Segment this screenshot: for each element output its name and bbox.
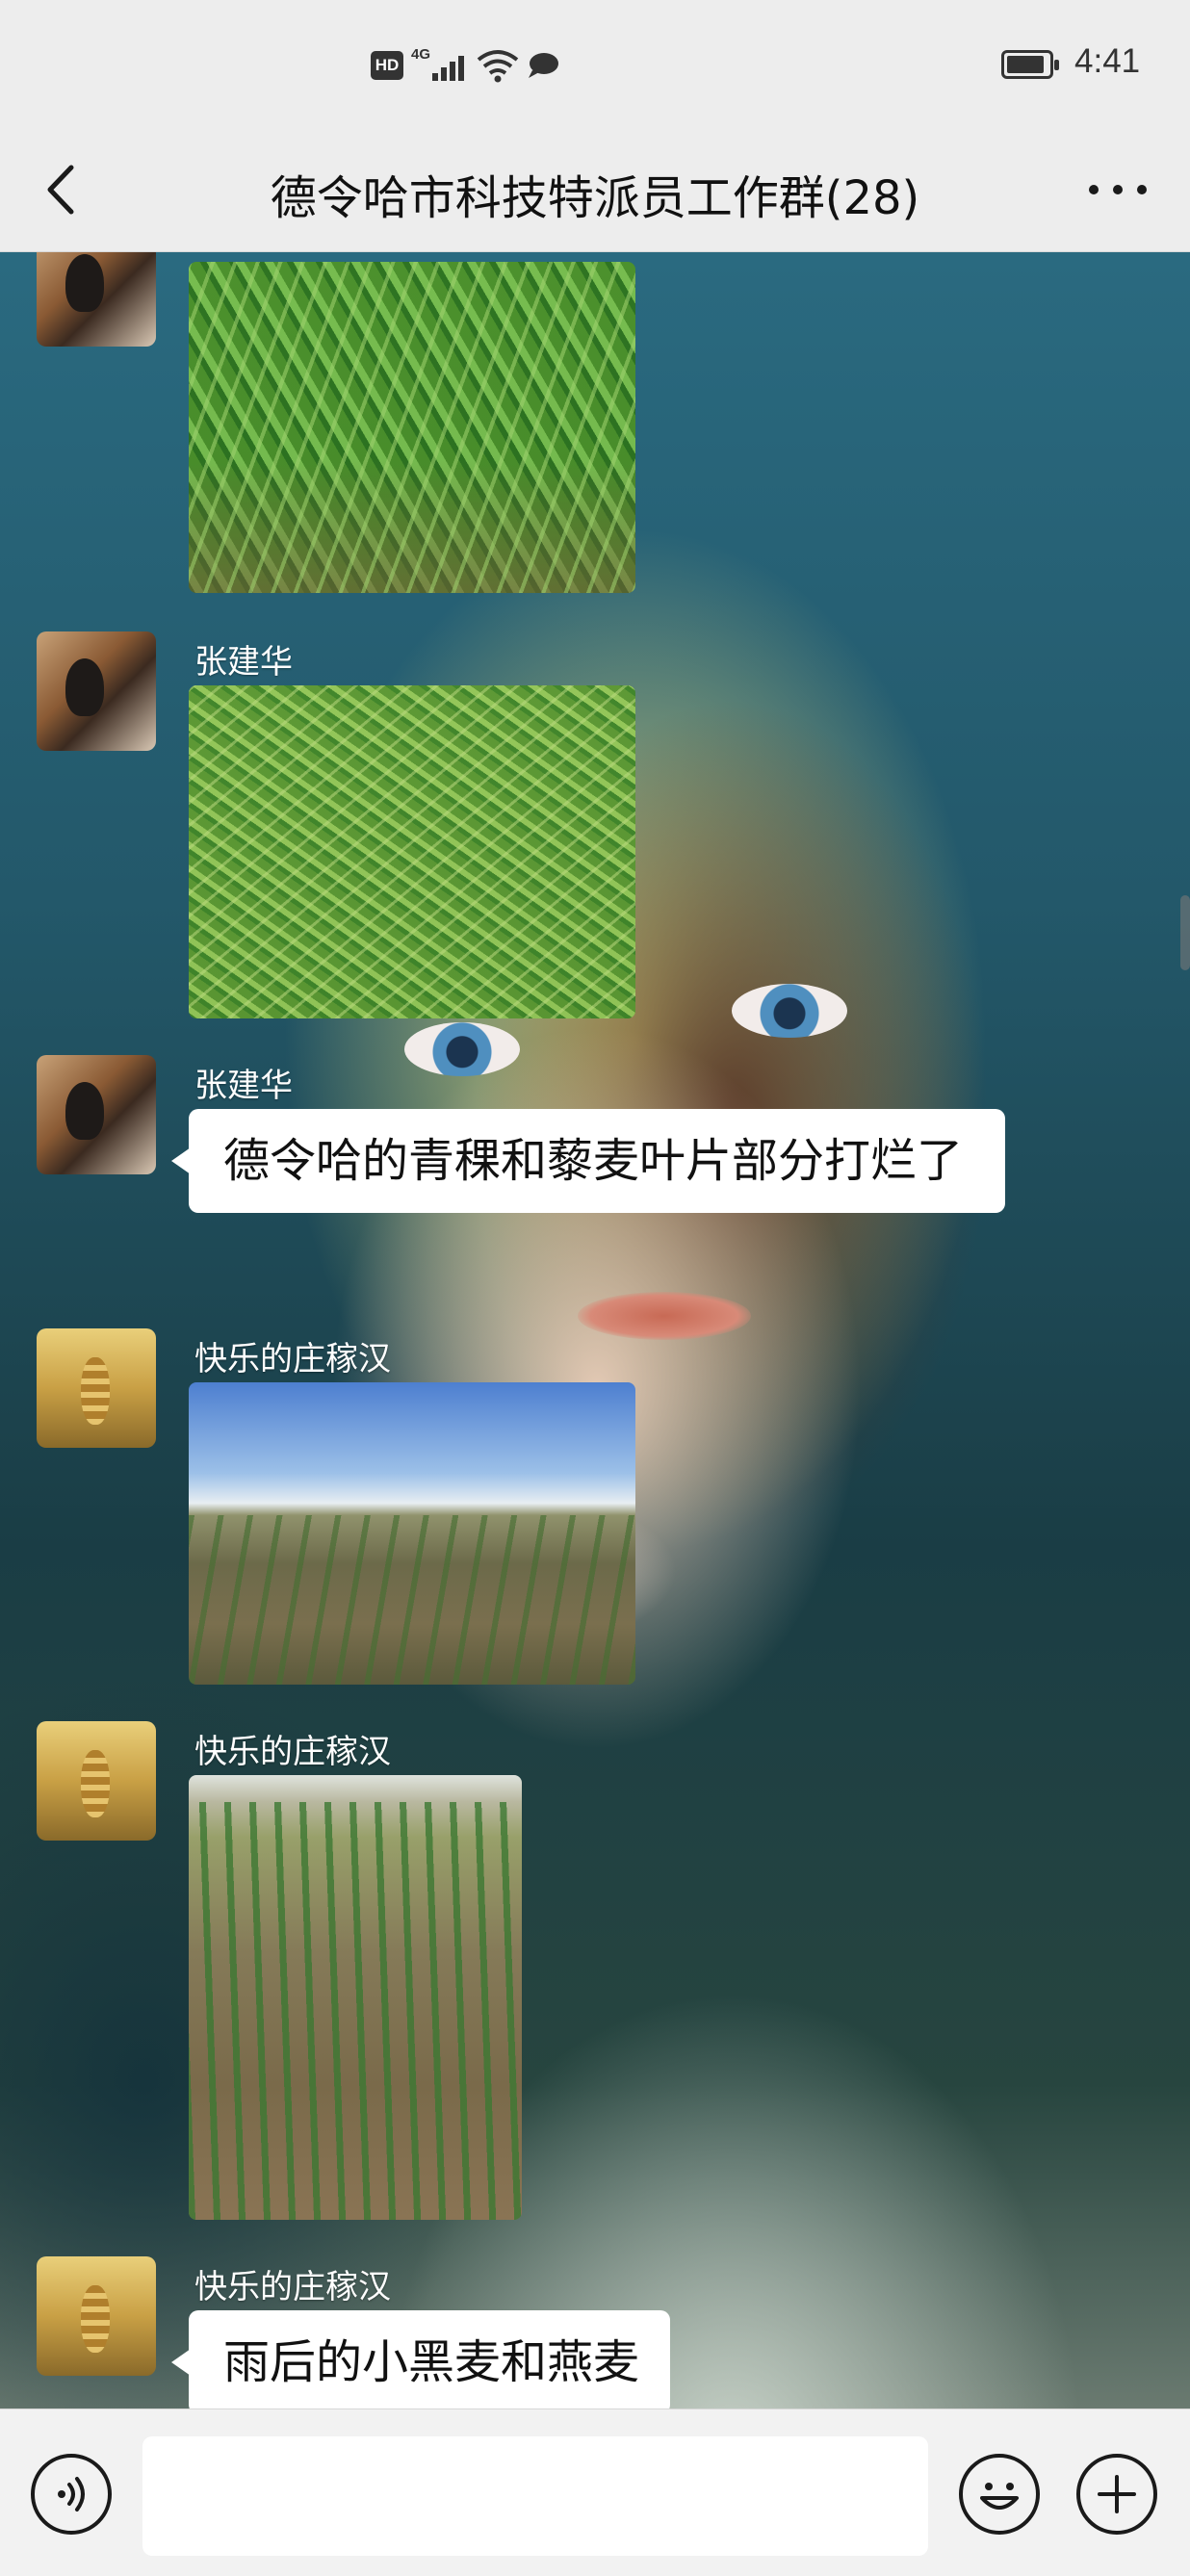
more-icon[interactable]: [1084, 175, 1151, 204]
status-bar: HD 4G 4:41: [0, 0, 1190, 135]
message-input[interactable]: [142, 2436, 928, 2556]
message-bubble-icon: [529, 53, 558, 78]
message-text: 雨后的小黑麦和燕麦: [223, 2335, 640, 2389]
network-type-label: 4G: [411, 46, 431, 63]
status-icons: HD 4G: [371, 46, 559, 85]
sender-name: 快乐的庄稼汉: [194, 1733, 391, 1771]
sender-name: 快乐的庄稼汉: [194, 2268, 391, 2306]
message-image[interactable]: [189, 1775, 522, 2220]
message-image[interactable]: [189, 262, 635, 593]
sender-name: 快乐的庄稼汉: [194, 1340, 391, 1378]
message-text: 德令哈的青稞和藜麦叶片部分打烂了: [223, 1134, 964, 1188]
chat-message-list[interactable]: 张建华 张建华 德令哈的青稞和藜麦叶片部分打烂了 快乐的庄稼汉 快乐的庄稼汉 快…: [0, 252, 1190, 2409]
avatar[interactable]: [37, 1055, 156, 1174]
avatar[interactable]: [37, 1328, 156, 1448]
signal-icon: 4G: [411, 46, 469, 85]
wallpaper-eye-left: [404, 1022, 520, 1076]
chat-header: 德令哈市科技特派员工作群(28): [0, 135, 1190, 252]
message-image[interactable]: [189, 685, 635, 1018]
status-time: 4:41: [1074, 42, 1141, 80]
emoji-icon: [980, 2483, 1019, 2510]
input-bar: [0, 2409, 1190, 2576]
hd-icon: HD: [371, 51, 403, 80]
avatar[interactable]: [37, 252, 156, 347]
scrollbar[interactable]: [1180, 895, 1190, 970]
battery-icon: [1001, 50, 1059, 79]
avatar[interactable]: [37, 631, 156, 751]
chat-title: 德令哈市科技特派员工作群(28): [270, 171, 920, 225]
voice-button[interactable]: [31, 2454, 112, 2535]
plus-button[interactable]: [1076, 2454, 1157, 2535]
message-image[interactable]: [189, 1382, 635, 1685]
avatar[interactable]: [37, 2256, 156, 2376]
message-bubble[interactable]: 雨后的小黑麦和燕麦: [170, 2310, 671, 2409]
avatar[interactable]: [37, 1721, 156, 1841]
sender-name: 张建华: [194, 1067, 293, 1105]
message-bubble[interactable]: 德令哈的青稞和藜麦叶片部分打烂了: [171, 1109, 1005, 1213]
plus-icon: [1098, 2475, 1136, 2513]
wallpaper-lips: [578, 1292, 751, 1340]
wallpaper-eye-right: [732, 984, 847, 1038]
sender-name: 张建华: [194, 643, 293, 682]
emoji-button[interactable]: [959, 2454, 1040, 2535]
voice-icon: [58, 2477, 85, 2512]
wifi-icon: [477, 50, 519, 83]
